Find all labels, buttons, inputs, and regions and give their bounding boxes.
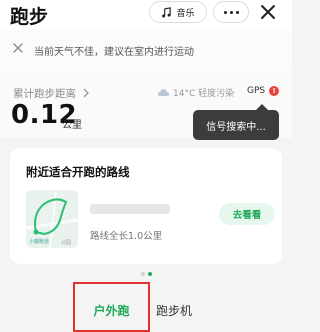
close-button[interactable] xyxy=(256,1,280,23)
music-label: 音乐 xyxy=(176,8,195,19)
more-icon xyxy=(223,10,227,14)
weather-notice: 当前天气不佳，建议在室内进行运动 xyxy=(0,30,292,68)
map-end-label: 公园 xyxy=(61,240,72,246)
run-mode-tabs: 户外跑 跑步机 xyxy=(0,282,292,332)
tab-treadmill[interactable]: 跑步机 xyxy=(156,302,192,319)
notice-text: 当前天气不佳，建议在室内进行运动 xyxy=(34,47,194,58)
route-length: 路线全长1.0公里 xyxy=(90,231,163,242)
notice-close-icon[interactable] xyxy=(12,42,24,54)
more-button[interactable] xyxy=(213,1,249,23)
route-card-title: 附近适合开跑的路线 xyxy=(26,165,130,179)
distance-unit: 公里 xyxy=(62,120,82,131)
route-name-blurred xyxy=(90,204,170,214)
gps-alert-icon: ! xyxy=(269,86,280,96)
weather-text: 14°C 轻度污染 xyxy=(173,89,235,99)
tab-outdoor-run[interactable]: 户外跑 xyxy=(73,282,150,332)
route-card[interactable]: 附近适合开跑的路线 小鹿跑道 公园 路线全长1.0公里 去看看 xyxy=(10,148,282,264)
more-icon-dot xyxy=(235,10,239,14)
page-title: 跑步 xyxy=(10,6,49,28)
close-icon xyxy=(261,5,275,19)
map-start-label: 小鹿跑道 xyxy=(29,239,50,245)
gps-status[interactable]: GPS ! xyxy=(247,86,280,96)
gps-label: GPS xyxy=(247,86,266,96)
top-bar: 跑步 音乐 xyxy=(0,0,292,30)
route-map-thumbnail[interactable]: 小鹿跑道 公园 xyxy=(26,190,78,248)
chevron-right-icon xyxy=(83,88,90,98)
pager-dot-active xyxy=(148,272,152,276)
music-note-icon xyxy=(162,6,172,17)
gps-tooltip: 信号搜索中... xyxy=(193,110,279,140)
weather-info: 14°C 轻度污染 xyxy=(157,86,234,99)
go-see-button[interactable]: 去看看 xyxy=(219,203,275,225)
distance-label-link[interactable]: 累计跑步距离 xyxy=(13,86,90,101)
carousel-pager xyxy=(141,272,152,276)
music-button[interactable]: 音乐 xyxy=(149,1,207,23)
distance-label: 累计跑步距离 xyxy=(13,88,76,100)
cloud-icon xyxy=(157,89,170,96)
pager-dot xyxy=(141,272,145,276)
more-icon-dot xyxy=(229,10,233,14)
